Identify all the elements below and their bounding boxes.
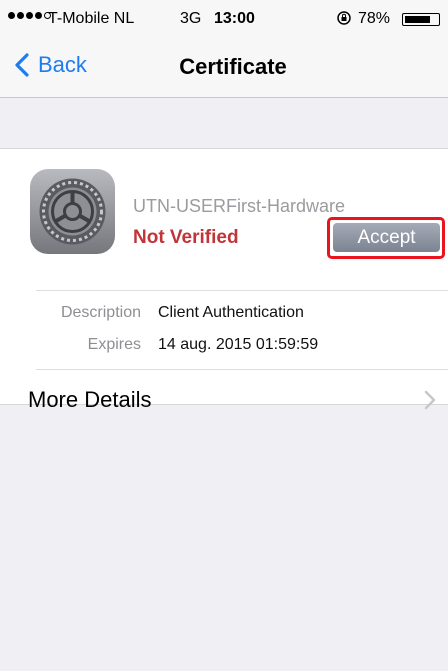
rotation-lock-icon [337,11,351,25]
more-details-row[interactable]: More Details [0,371,448,412]
battery-icon [402,13,440,26]
expires-label: Expires [87,336,141,353]
certificate-status: Not Verified [133,227,239,248]
network-type: 3G [180,10,202,27]
chevron-right-icon [424,390,436,410]
certificate-card: UTN-USERFirst-Hardware Not Verified Acce… [0,148,448,412]
signal-dots-icon [8,12,51,19]
navigation-bar: Back Certificate [0,40,448,96]
certificate-name: UTN-USERFirst-Hardware [133,196,346,216]
accept-button[interactable]: Accept [333,223,440,252]
more-details-label: More Details [28,387,152,412]
divider [36,369,448,370]
page-title: Certificate [179,54,287,79]
description-value: Client Authentication [158,304,304,321]
top-bar: T-Mobile NL 3G 13:00 78% Back Certificat… [0,0,448,98]
divider [36,290,448,291]
status-time: 13:00 [214,10,255,27]
expires-value: 14 aug. 2015 01:59:59 [158,336,319,353]
description-label: Description [60,304,141,321]
battery-percentage: 78% [358,10,391,27]
carrier-name: T-Mobile NL [48,10,135,27]
status-bar: T-Mobile NL 3G 13:00 78% [0,0,448,40]
settings-gear-icon [30,169,115,254]
